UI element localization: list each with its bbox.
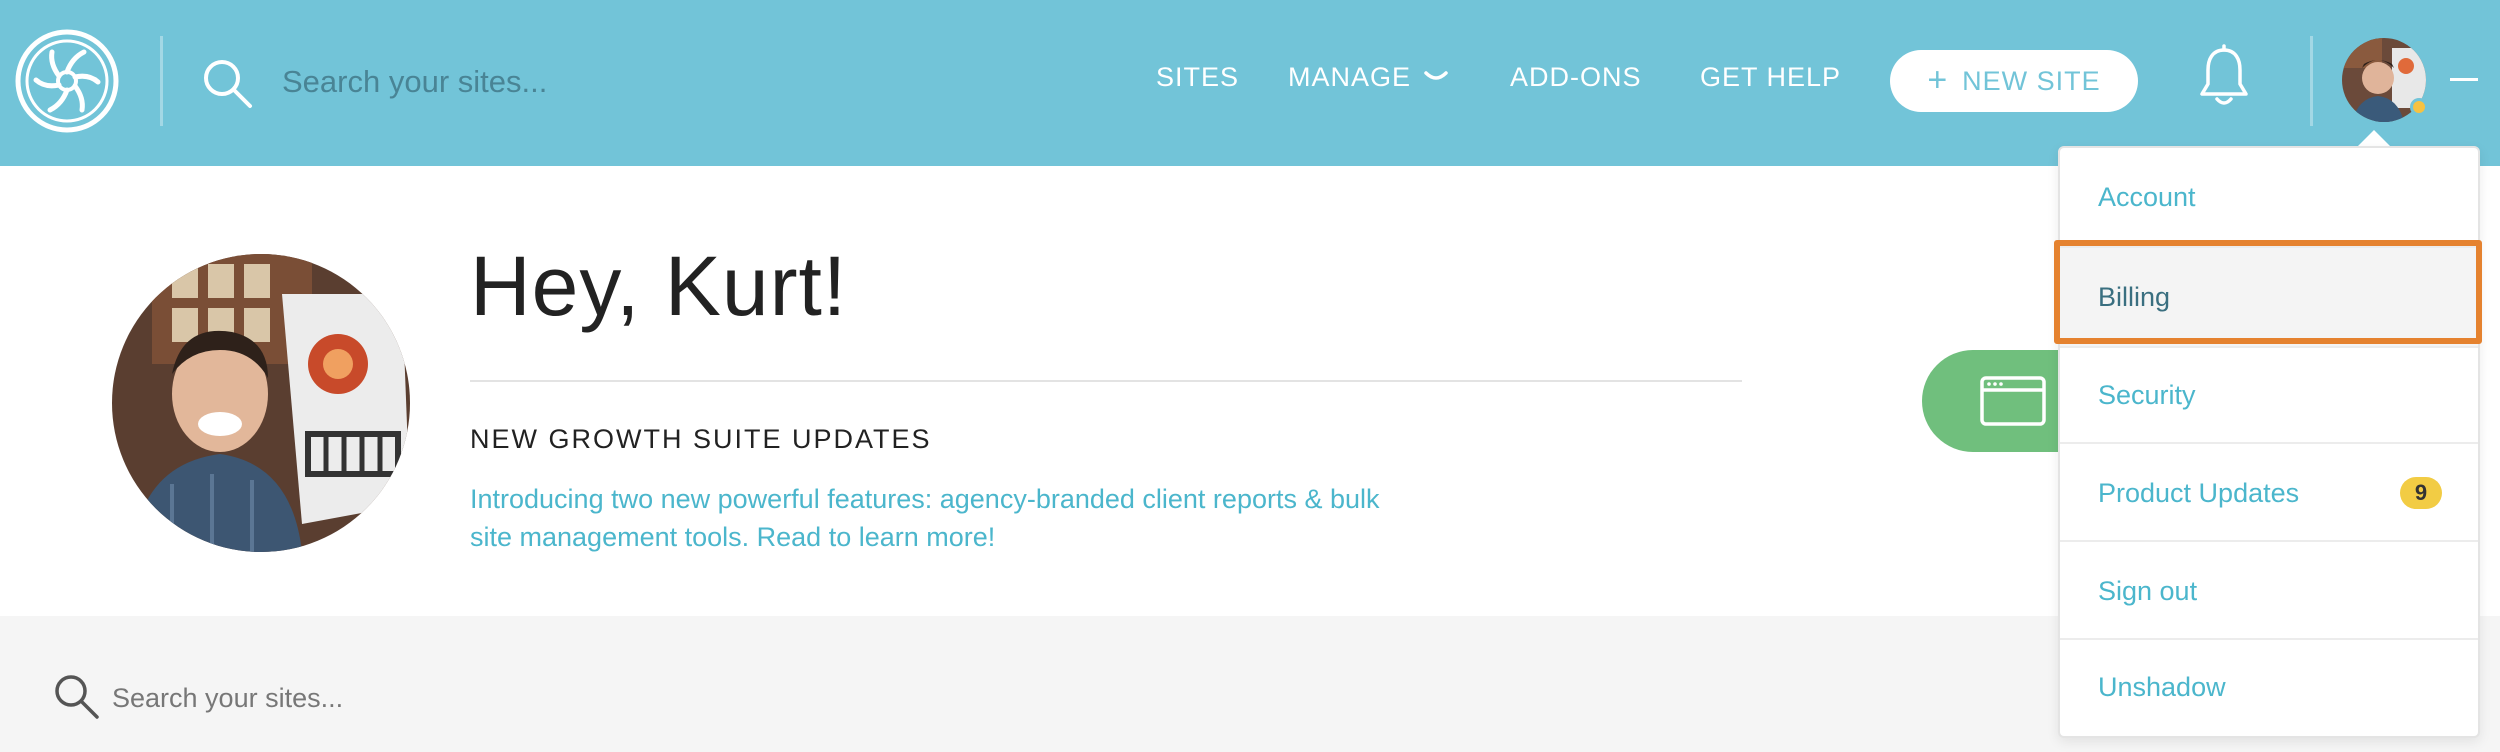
news-link-line: Introducing two new powerful features: a… xyxy=(470,484,1380,514)
header-divider xyxy=(2310,36,2313,126)
notification-badge: 9 xyxy=(2400,477,2442,509)
menu-item-label: Product Updates xyxy=(2098,477,2300,508)
menu-item-billing[interactable]: Billing xyxy=(2060,248,2478,346)
search-icon[interactable] xyxy=(200,56,254,110)
news-link-line: site management tools. Read to learn mor… xyxy=(470,522,996,552)
menu-item-label: Account xyxy=(2098,181,2196,212)
menu-item-unshadow[interactable]: Unshadow xyxy=(2060,638,2478,736)
nav-sites[interactable]: SITES xyxy=(1156,62,1239,93)
sites-search-input[interactable] xyxy=(112,676,712,720)
flywheel-logo-icon[interactable] xyxy=(14,28,120,134)
new-site-label: NEW SITE xyxy=(1962,65,2101,96)
news-link[interactable]: Introducing two new powerful features: a… xyxy=(470,480,1480,556)
status-dot xyxy=(2410,98,2428,116)
nav-manage[interactable]: MANAGE xyxy=(1288,62,1411,93)
divider xyxy=(470,380,1742,382)
menu-toggle-icon[interactable] xyxy=(2450,78,2478,81)
notification-bell-icon[interactable] xyxy=(2196,44,2252,110)
news-title: NEW GROWTH SUITE UPDATES xyxy=(470,424,932,454)
profile-photo xyxy=(112,254,410,552)
nav-get-help[interactable]: GET HELP xyxy=(1700,62,1841,93)
menu-item-account[interactable]: Account xyxy=(2060,148,2478,246)
site-search-input[interactable] xyxy=(282,54,842,110)
new-site-button[interactable]: + NEW SITE xyxy=(1890,50,2138,112)
menu-item-label: Unshadow xyxy=(2098,671,2226,702)
menu-item-sign-out[interactable]: Sign out xyxy=(2060,542,2478,640)
search-icon[interactable] xyxy=(52,672,100,720)
menu-item-product-updates[interactable]: Product Updates 9 xyxy=(2060,444,2478,542)
browser-window-icon xyxy=(1980,376,2046,426)
menu-item-security[interactable]: Security xyxy=(2060,346,2478,444)
nav-addons[interactable]: ADD-ONS xyxy=(1510,62,1642,93)
menu-item-label: Security xyxy=(2098,379,2196,410)
menu-item-label: Billing xyxy=(2098,281,2171,312)
chevron-down-icon[interactable] xyxy=(1424,70,1448,84)
header-divider xyxy=(160,36,163,126)
page-title: Hey, Kurt! xyxy=(470,239,848,333)
account-dropdown-menu: Account Billing Security Product Updates… xyxy=(2058,146,2480,738)
menu-item-label: Sign out xyxy=(2098,575,2198,606)
plus-icon: + xyxy=(1927,60,1949,99)
